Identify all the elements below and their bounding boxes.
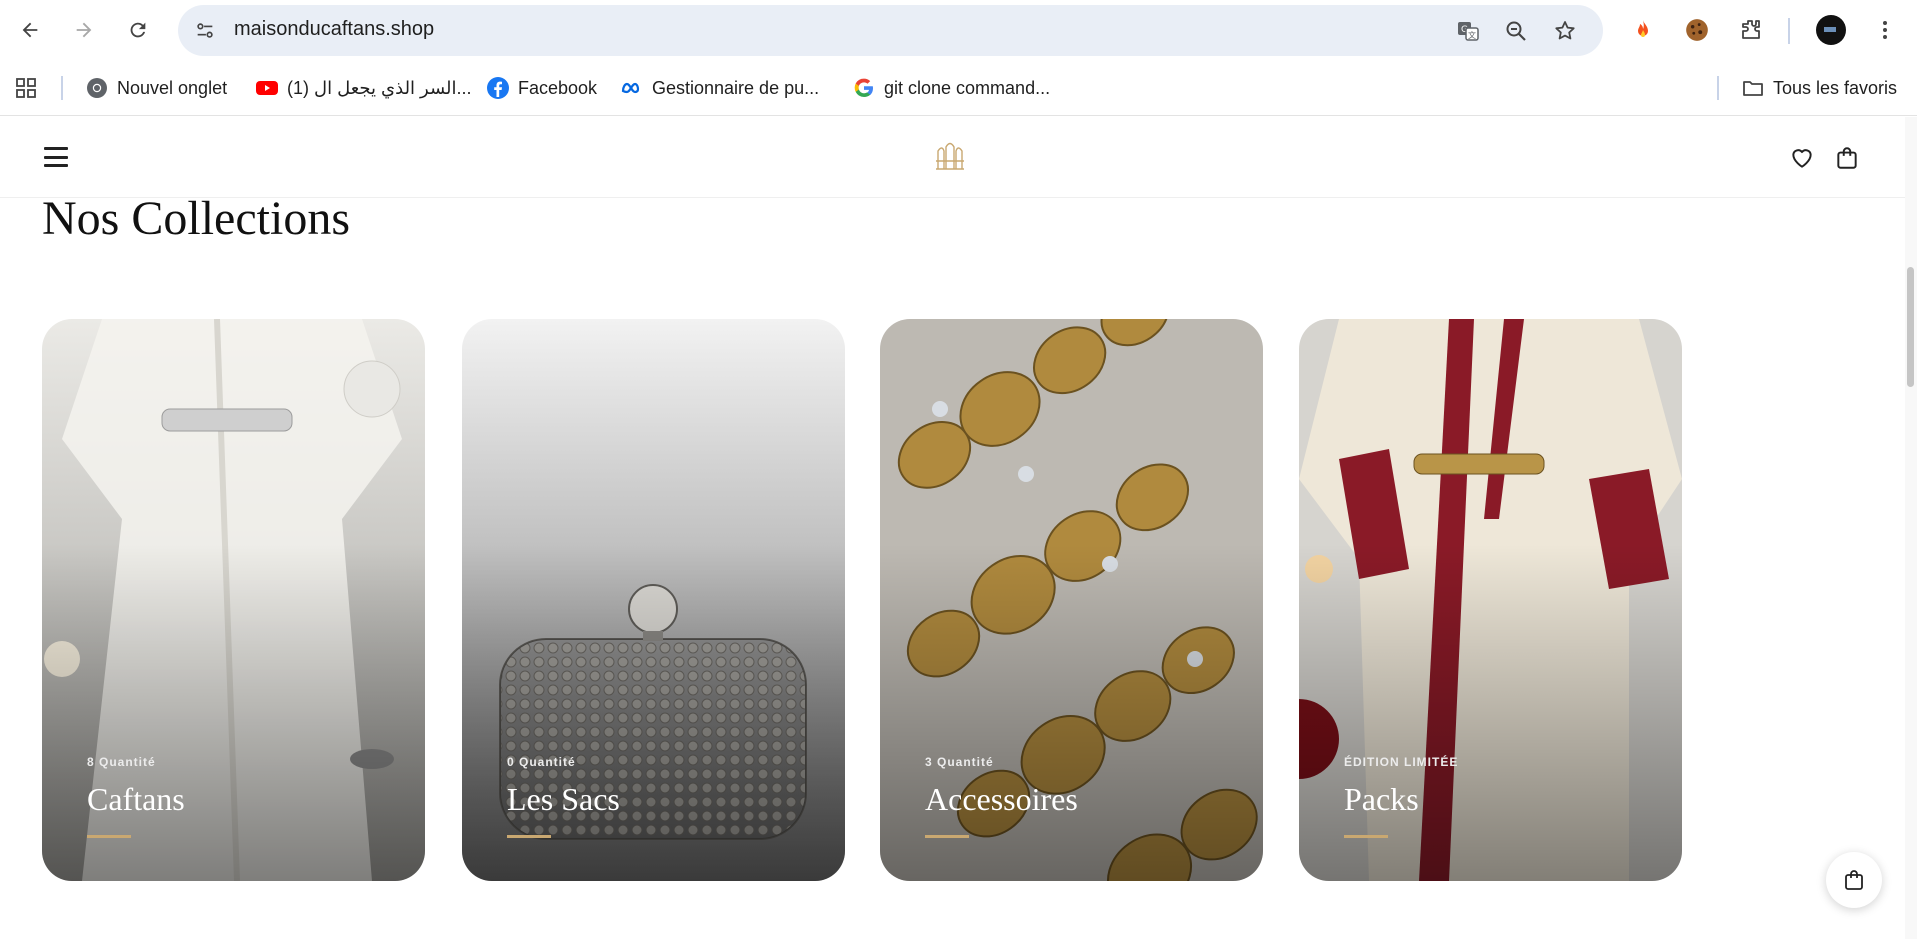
apps-grid-button[interactable]: [14, 74, 38, 102]
bookmark-label: Gestionnaire de pu...: [652, 77, 820, 98]
arrow-left-icon: [22, 22, 38, 38]
folder-icon: [1743, 81, 1763, 96]
collection-card-sacs[interactable]: 0 Quantité Les Sacs: [462, 319, 845, 881]
toolbar-divider: [1788, 18, 1790, 44]
collection-count: 8 Quantité: [87, 755, 156, 769]
all-bookmarks-button[interactable]: Tous les favoris: [1741, 74, 1897, 102]
arrow-right-icon: [76, 22, 92, 38]
back-button[interactable]: [12, 12, 48, 48]
all-bookmarks-label: Tous les favoris: [1773, 77, 1898, 98]
collection-count: ÉDITION LIMITÉE: [1344, 755, 1459, 769]
heart-wishlist-icon[interactable]: [1789, 145, 1815, 171]
menu-kebab-icon[interactable]: [1869, 14, 1901, 46]
url-text[interactable]: maisonducaftans.shop: [234, 18, 434, 41]
browser-toolbar: maisonducaftans.shop G文: [0, 0, 1917, 60]
collection-name: Accessoires: [925, 781, 1078, 817]
translate-icon[interactable]: G文: [1455, 18, 1481, 44]
gold-underline: [1344, 835, 1388, 838]
apps-grid-icon: [16, 78, 36, 98]
profile-avatar[interactable]: [1815, 14, 1847, 46]
gold-underline: [87, 835, 131, 838]
forward-button[interactable]: [66, 12, 102, 48]
collection-name: Les Sacs: [507, 781, 620, 817]
zoom-icon[interactable]: [1503, 18, 1529, 44]
collection-name: Caftans: [87, 781, 185, 817]
bookmark-label: git clone command...: [884, 77, 1051, 98]
scrollbar-thumb[interactable]: [1907, 267, 1914, 387]
brand-logo[interactable]: [935, 139, 965, 173]
collection-card-packs[interactable]: ÉDITION LIMITÉE Packs: [1299, 319, 1682, 881]
cookie-extension-icon[interactable]: [1681, 14, 1713, 46]
reload-icon: [130, 22, 146, 38]
bookmarks-divider: [1717, 76, 1719, 100]
collection-name: Packs: [1344, 781, 1419, 817]
bookmark-star-icon[interactable]: [1552, 18, 1578, 44]
facebook-icon: [487, 77, 509, 99]
address-bar[interactable]: maisonducaftans.shop G文: [178, 5, 1603, 56]
collection-count: 3 Quantité: [925, 755, 994, 769]
gold-underline: [925, 835, 969, 838]
meta-icon: [621, 82, 640, 94]
hamburger-menu-button[interactable]: [42, 145, 70, 169]
web-page: Nos Collections 8 Quantité Caftans 0 Qua…: [0, 117, 1905, 939]
collection-card-caftans[interactable]: 8 Quantité Caftans: [42, 319, 425, 881]
extensions-puzzle-icon[interactable]: [1735, 14, 1767, 46]
floating-cart-button[interactable]: [1826, 852, 1882, 908]
site-info-icon[interactable]: [190, 16, 220, 46]
gold-underline: [507, 835, 551, 838]
reload-button[interactable]: [120, 12, 156, 48]
shopping-bag-icon[interactable]: [1834, 145, 1860, 171]
google-icon: [854, 78, 873, 97]
collection-count: 0 Quantité: [507, 755, 576, 769]
shopping-bag-icon: [1845, 870, 1863, 890]
collection-card-accessoires[interactable]: 3 Quantité Accessoires: [880, 319, 1263, 881]
bookmark-nouvel-onglet[interactable]: Nouvel onglet: [85, 74, 227, 102]
bookmark-youtube[interactable]: (1) السر الذي يجعل ال...: [255, 74, 472, 102]
svg-text:文: 文: [1468, 30, 1476, 40]
bookmark-label: Facebook: [518, 77, 598, 98]
bookmark-label: Nouvel onglet: [117, 77, 228, 98]
fire-extension-icon[interactable]: [1627, 14, 1659, 46]
bookmarks-bar: Nouvel onglet (1) السر الذي يجعل ال... F…: [0, 60, 1917, 116]
chrome-icon: [87, 78, 107, 98]
bookmark-label: (1) السر الذي يجعل ال...: [287, 77, 472, 98]
page-scrollbar[interactable]: [1905, 117, 1917, 939]
section-title: Nos Collections: [42, 192, 350, 245]
bookmark-google[interactable]: git clone command...: [852, 74, 1050, 102]
site-header: [0, 117, 1905, 198]
bookmark-facebook[interactable]: Facebook: [486, 74, 597, 102]
bookmarks-divider: [61, 76, 63, 100]
youtube-icon: [256, 81, 278, 95]
bookmark-meta[interactable]: Gestionnaire de pu...: [620, 74, 819, 102]
